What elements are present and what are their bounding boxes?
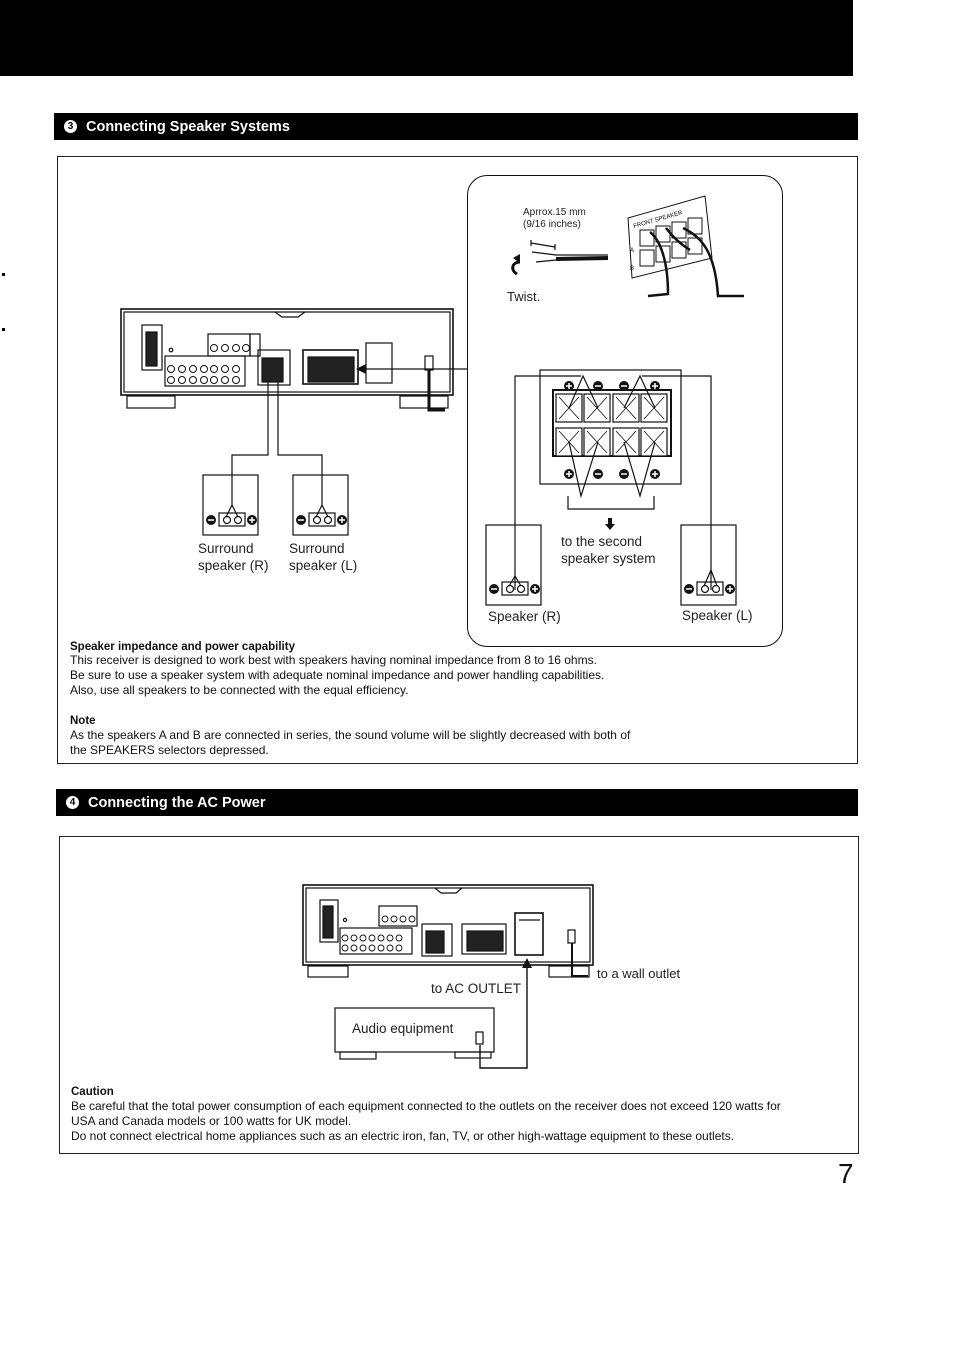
power-cord-plug <box>567 929 576 944</box>
ac-outlet-label: to AC OUTLET <box>431 981 522 996</box>
ac-outlet-socket <box>514 912 544 956</box>
receiver-body <box>302 884 594 966</box>
caution-line-1: Be careful that the total power consumpt… <box>71 1099 781 1113</box>
receiver-foot <box>307 965 349 978</box>
caution-line-2: USA and Canada models or 100 watts for U… <box>71 1114 352 1128</box>
wall-outlet-label: to a wall outlet <box>597 966 681 981</box>
caution-line-3: Do not connect electrical home appliance… <box>71 1129 735 1143</box>
page-number: 7 <box>838 1158 854 1189</box>
audio-equipment-label: Audio equipment <box>352 1021 454 1036</box>
up-arrow-icon <box>522 958 532 968</box>
